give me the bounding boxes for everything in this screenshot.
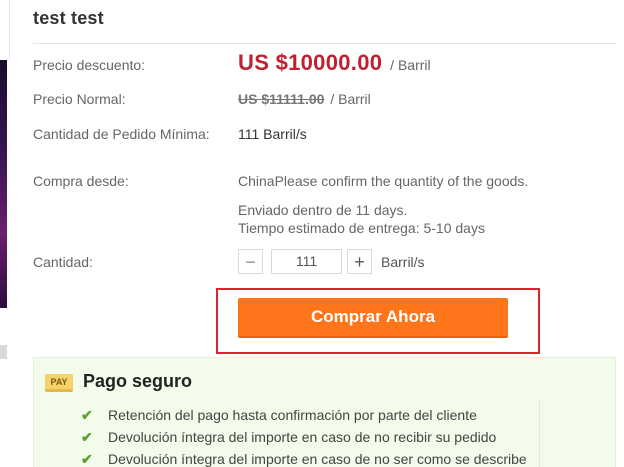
check-icon: ✔: [81, 428, 93, 445]
gallery-edge: [0, 0, 10, 60]
ship-origin: ChinaPlease confirm the quantity of the …: [238, 173, 529, 189]
discount-price-label: Precio descuento:: [33, 57, 146, 73]
quantity-decrease-button[interactable]: −: [238, 249, 263, 274]
discount-price-unit: / Barril: [390, 57, 431, 73]
secure-payment-title: Pago seguro: [83, 371, 193, 391]
secure-payment-panel: PAY Pago seguro ✔ Retención del pago has…: [33, 357, 616, 467]
ship-from-label: Compra desde:: [33, 173, 129, 189]
min-order-label: Cantidad de Pedido Mínima:: [33, 126, 210, 142]
normal-price-unit: / Barril: [330, 91, 371, 107]
secure-panel-divider: [539, 400, 540, 467]
gallery-scroll-indicator[interactable]: [0, 345, 7, 359]
quantity-label: Cantidad:: [33, 254, 93, 270]
quantity-unit: Barril/s: [381, 254, 425, 270]
check-icon: ✔: [81, 406, 93, 423]
secure-payment-list: ✔ Retención del pago hasta confirmación …: [81, 404, 527, 467]
dispatch-time: Enviado dentro de 11 days.: [238, 202, 408, 218]
product-image-edge[interactable]: [0, 60, 7, 308]
normal-price-row: US $11111.00 / Barril: [238, 91, 371, 107]
list-item: ✔ Devolución íntegra del importe en caso…: [81, 448, 527, 467]
secure-item-text: Devolución íntegra del importe en caso d…: [108, 451, 527, 467]
normal-price: US $11111.00: [238, 91, 325, 107]
product-title: test test: [33, 8, 104, 28]
title-divider: [33, 43, 616, 44]
secure-item-text: Retención del pago hasta confirmación po…: [108, 407, 477, 423]
list-item: ✔ Retención del pago hasta confirmación …: [81, 404, 527, 426]
list-item: ✔ Devolución íntegra del importe en caso…: [81, 426, 527, 448]
discount-price-row: US $10000.00 / Barril: [238, 50, 431, 76]
normal-price-label: Precio Normal:: [33, 91, 126, 107]
min-order-value: 111 Barril/s: [238, 126, 307, 142]
quantity-input[interactable]: 111: [271, 249, 342, 274]
pay-badge-icon: PAY: [45, 374, 73, 392]
buy-now-button[interactable]: Comprar Ahora: [238, 298, 508, 338]
delivery-estimate: Tiempo estimado de entrega: 5-10 days: [238, 220, 485, 236]
quantity-increase-button[interactable]: +: [347, 249, 372, 274]
secure-item-text: Devolución íntegra del importe en caso d…: [108, 429, 497, 445]
check-icon: ✔: [81, 450, 93, 467]
discount-price: US $10000.00: [238, 50, 383, 75]
product-detail-page: test test Precio descuento: US $10000.00…: [0, 0, 624, 467]
